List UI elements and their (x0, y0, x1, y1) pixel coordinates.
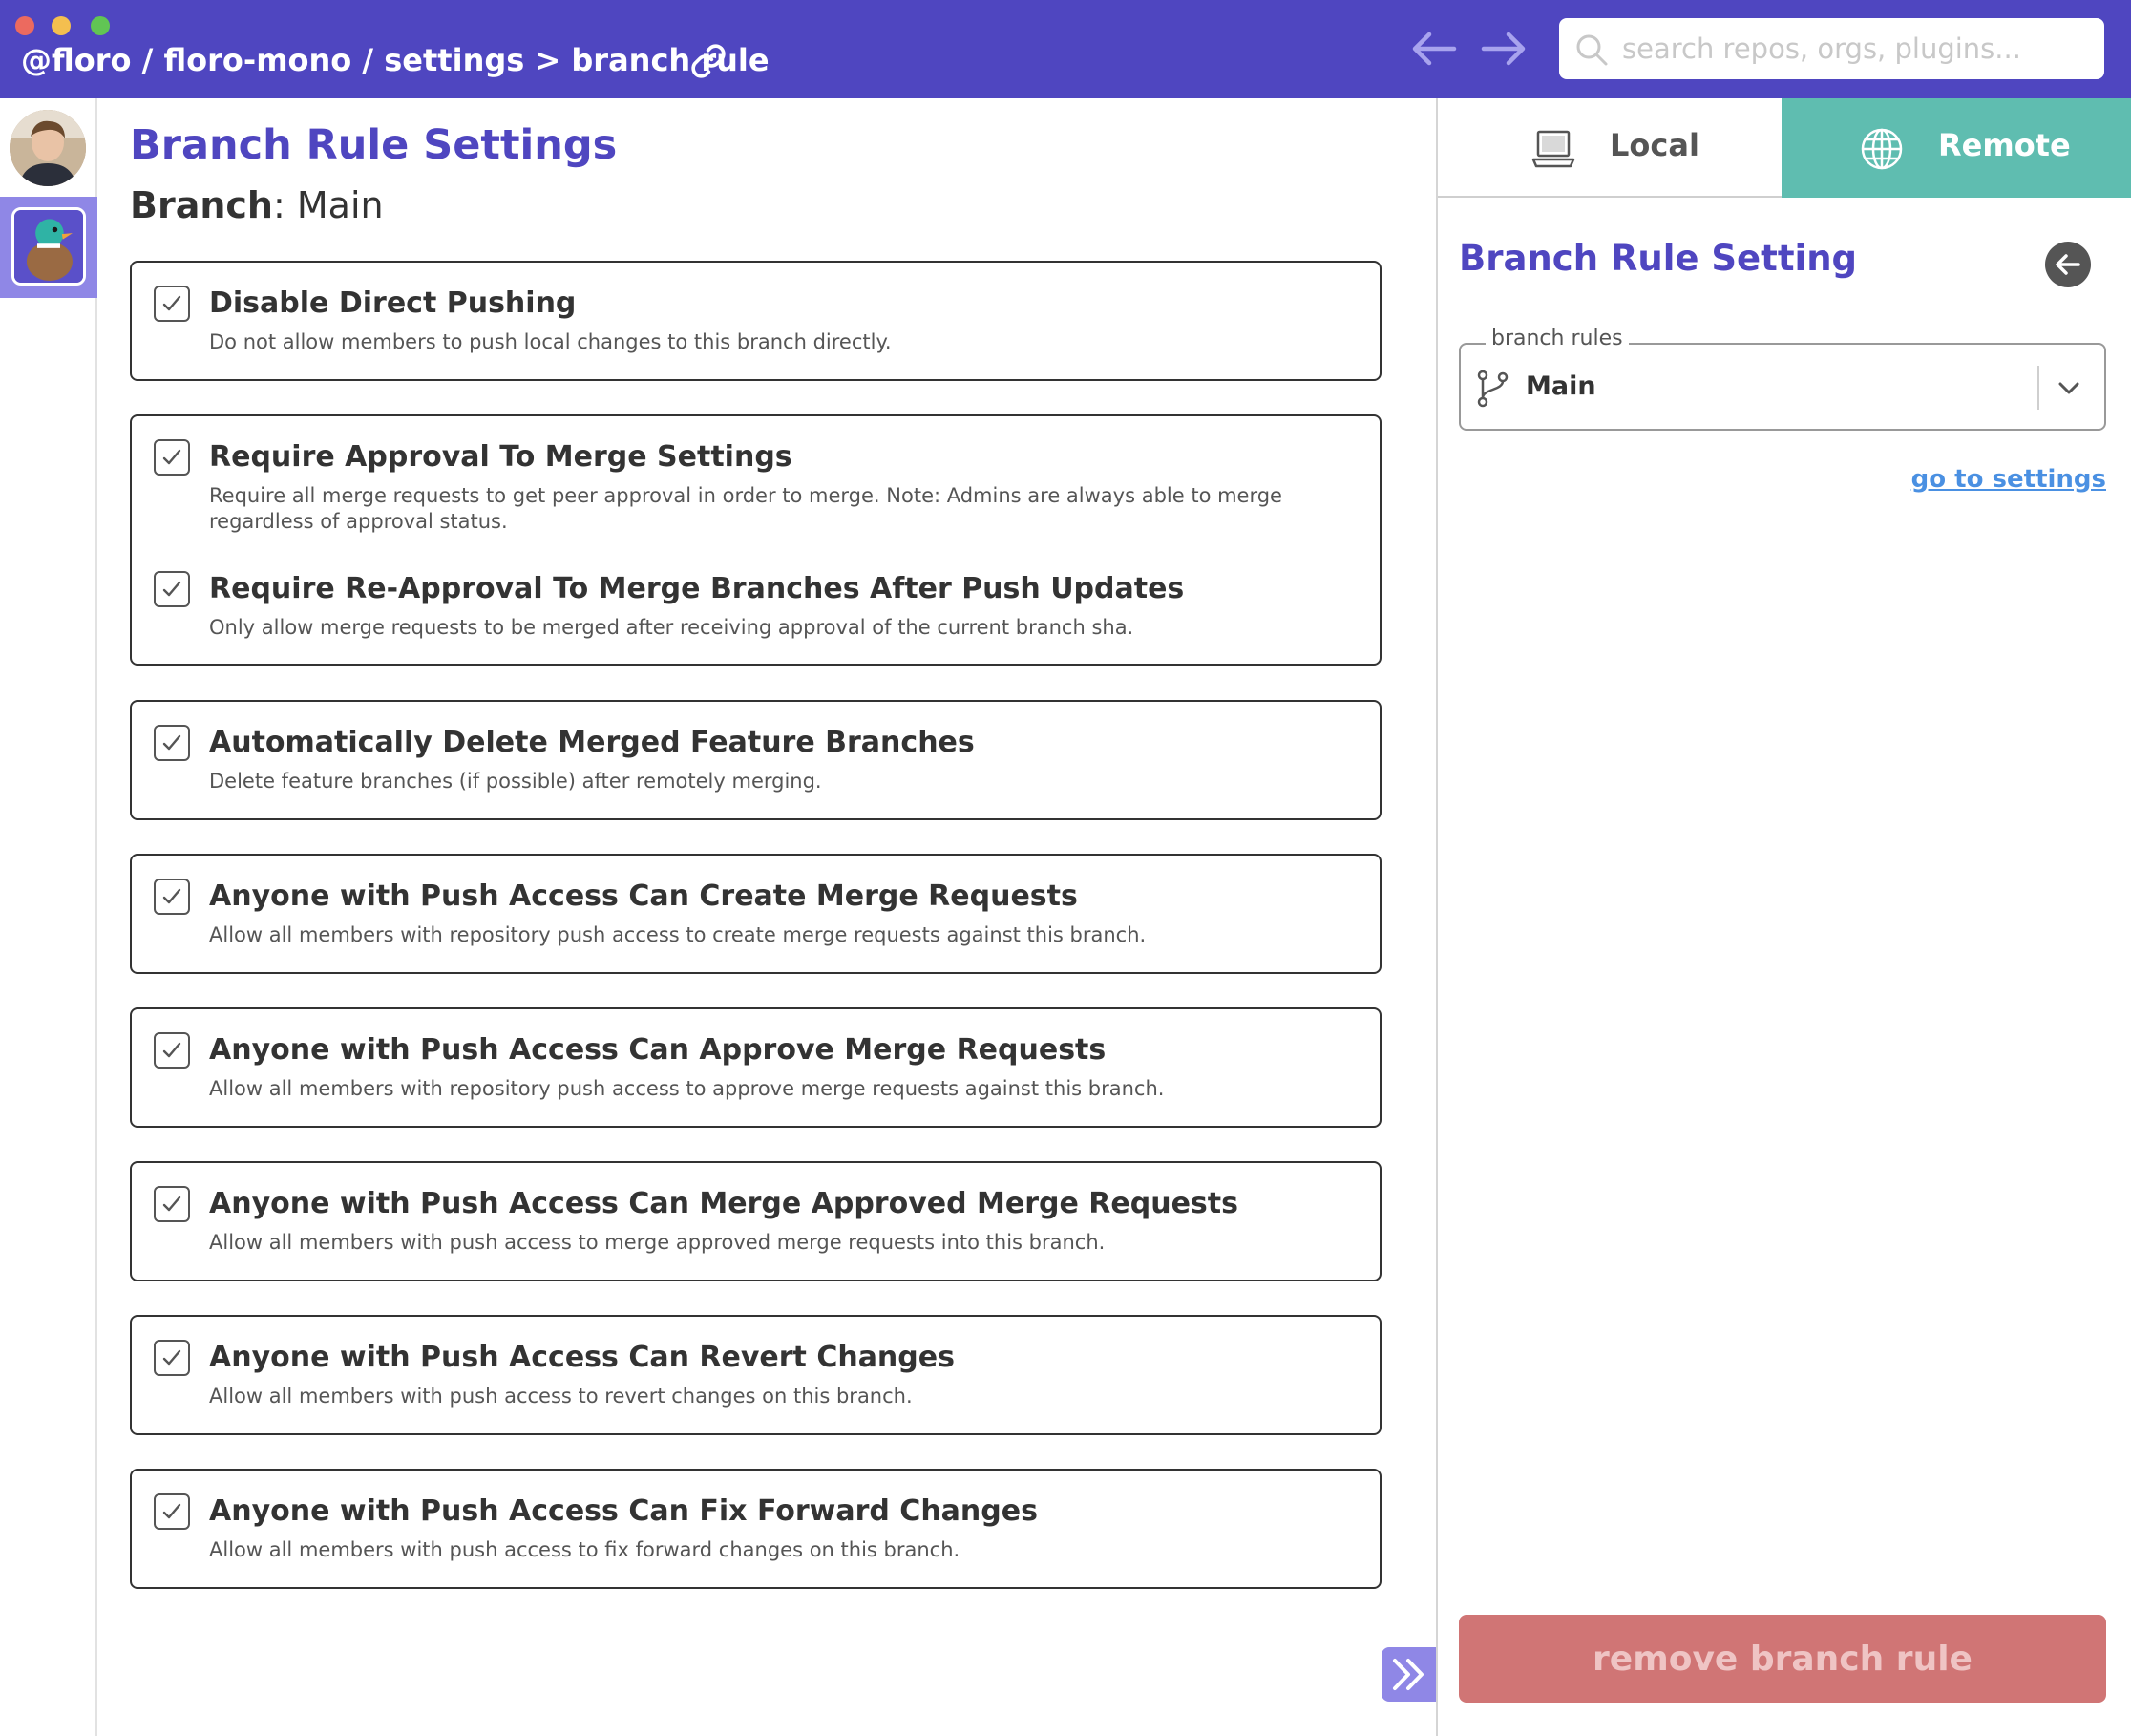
breadcrumb[interactable]: @floro / floro-mono / settings > branch … (21, 42, 770, 78)
option-title: Automatically Delete Merged Feature Bran… (209, 726, 975, 759)
option-description: Delete feature branches (if possible) af… (209, 770, 822, 793)
option-title: Disable Direct Pushing (209, 286, 577, 320)
link-icon[interactable] (689, 42, 728, 80)
zoom-window-button[interactable] (91, 16, 110, 35)
option-description: Only allow merge requests to be merged a… (209, 616, 1134, 639)
panel-title: Branch Rule Setting (1459, 238, 1858, 279)
rule-card: Anyone with Push Access Can Revert Chang… (130, 1315, 1382, 1435)
avatar[interactable] (10, 110, 86, 186)
go-to-settings-link[interactable]: go to settings (1911, 465, 2106, 494)
expand-panel-button[interactable] (1382, 1647, 1436, 1702)
tab-label: Remote (1938, 127, 2071, 163)
option-description: Allow all members with push access to re… (209, 1385, 913, 1408)
chevron-down-icon[interactable] (2055, 373, 2083, 402)
back-arrow-icon[interactable] (1410, 29, 1458, 69)
title-bar: @floro / floro-mono / settings > branch … (0, 0, 2131, 98)
checkmark-icon (162, 449, 181, 465)
rule-card: Anyone with Push Access Can Merge Approv… (130, 1161, 1382, 1281)
checkbox[interactable] (154, 286, 190, 322)
checkbox[interactable] (154, 1493, 190, 1530)
checkmark-icon (162, 1503, 181, 1519)
main-content: Branch Rule Settings Branch: Main Disabl… (99, 98, 1436, 1736)
plugin-tile[interactable] (0, 197, 97, 298)
select-legend: branch rules (1486, 327, 1629, 350)
tab-local[interactable]: Local (1438, 98, 1782, 198)
option-title: Anyone with Push Access Can Create Merge… (209, 879, 1078, 913)
back-arrow-icon (2056, 254, 2080, 275)
plugin-duck-icon[interactable] (11, 207, 86, 286)
option-description: Allow all members with push access to me… (209, 1231, 1106, 1254)
option-description: Require all merge requests to get peer a… (209, 484, 1282, 533)
checkbox[interactable] (154, 1340, 190, 1376)
checkmark-icon (162, 295, 181, 311)
option-title: Anyone with Push Access Can Revert Chang… (209, 1341, 955, 1374)
checkmark-icon (162, 734, 181, 751)
git-branch-icon (1477, 370, 1509, 408)
select-value: Main (1526, 371, 1596, 401)
back-button[interactable] (2045, 242, 2091, 287)
option-title: Anyone with Push Access Can Fix Forward … (209, 1494, 1038, 1528)
checkbox[interactable] (154, 1186, 190, 1222)
rule-card: Automatically Delete Merged Feature Bran… (130, 700, 1382, 820)
option-description: Allow all members with repository push a… (209, 923, 1147, 946)
option-description: Allow all members with repository push a… (209, 1077, 1165, 1100)
remove-branch-rule-button[interactable]: remove branch rule (1459, 1615, 2106, 1703)
checkmark-icon (162, 888, 181, 904)
search-box[interactable] (1559, 18, 2104, 79)
double-chevron-right-icon (1393, 1659, 1424, 1690)
checkmark-icon (162, 1349, 181, 1366)
tab-label: Local (1610, 127, 1699, 163)
tab-remote[interactable]: Remote (1782, 98, 2131, 198)
option-title: Anyone with Push Access Can Merge Approv… (209, 1187, 1238, 1220)
rule-card: Anyone with Push Access Can Fix Forward … (130, 1469, 1382, 1589)
laptop-icon (1531, 130, 1575, 168)
select-separator (2037, 366, 2039, 410)
option-title: Require Re-Approval To Merge Branches Af… (209, 572, 1185, 605)
rule-card: Anyone with Push Access Can Approve Merg… (130, 1007, 1382, 1128)
branch-rules-select[interactable]: Main (1459, 343, 2106, 431)
close-window-button[interactable] (15, 16, 34, 35)
left-rail (0, 98, 97, 1736)
checkbox[interactable] (154, 571, 190, 607)
right-panel: Local Remote Branch Rule Setting Main br… (1438, 98, 2131, 1736)
forward-arrow-icon[interactable] (1480, 29, 1528, 69)
checkbox[interactable] (154, 725, 190, 761)
search-icon (1576, 34, 1608, 66)
option-title: Anyone with Push Access Can Approve Merg… (209, 1033, 1107, 1067)
checkmark-icon (162, 1196, 181, 1212)
branch-label: Branch (130, 184, 273, 226)
checkbox[interactable] (154, 879, 190, 915)
checkmark-icon (162, 1042, 181, 1058)
checkmark-icon (162, 581, 181, 597)
option-description: Do not allow members to push local chang… (209, 330, 892, 353)
checkbox[interactable] (154, 1032, 190, 1069)
rule-card: Anyone with Push Access Can Create Merge… (130, 854, 1382, 974)
globe-icon (1861, 128, 1903, 170)
branch-line: Branch: Main (130, 184, 384, 226)
search-input[interactable] (1622, 26, 2090, 72)
rule-card: Disable Direct Pushing Do not allow memb… (130, 261, 1382, 381)
page-title: Branch Rule Settings (130, 121, 618, 169)
option-title: Require Approval To Merge Settings (209, 440, 792, 474)
option-description: Allow all members with push access to fi… (209, 1538, 960, 1561)
branch-value: : Main (272, 184, 384, 226)
checkbox[interactable] (154, 439, 190, 476)
rule-card: Require Approval To Merge Settings Requi… (130, 414, 1382, 666)
minimize-window-button[interactable] (52, 16, 71, 35)
